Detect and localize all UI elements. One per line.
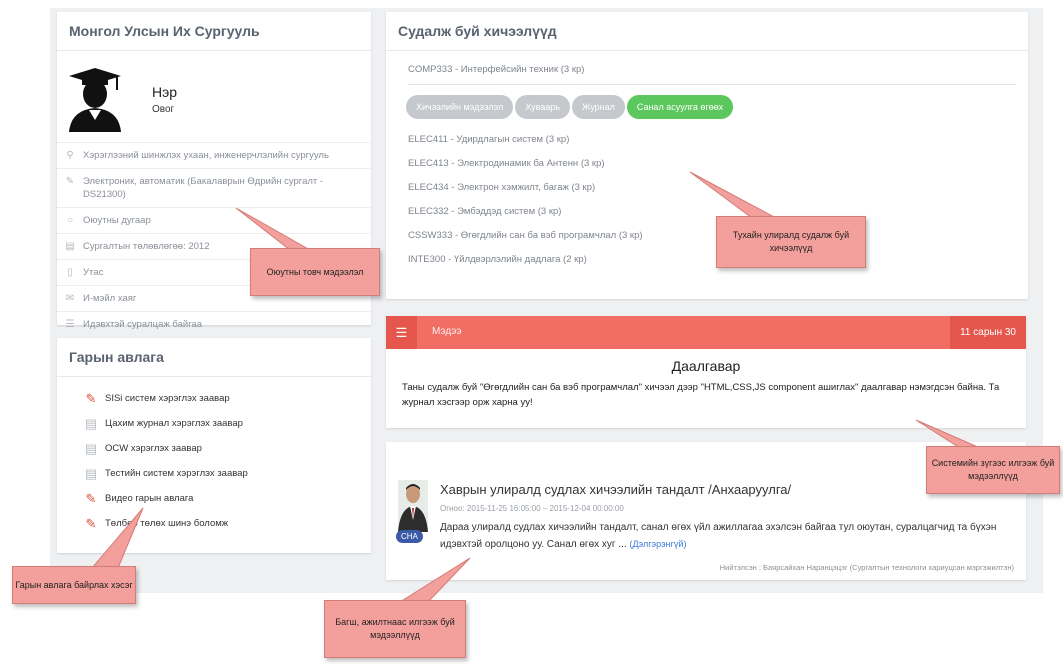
callout-tails [90,171,981,603]
callout-manuals: Гарын авлага байрлах хэсэг [12,566,136,604]
tail-student-info [235,207,312,251]
callout-system: Системийн зүгээс илгээж буй мэдээллүүд [926,446,1060,494]
tail-teachers [398,557,471,603]
tail-manuals [90,507,144,569]
tail-system [915,419,981,449]
callout-student-info: Оюутны товч мэдээлэл [250,248,380,296]
callout-teachers: Багш, ажилтнаас илгээж буй мэдээллүүд [324,600,466,658]
callout-courses: Тухайн улиралд судалж буй хичээлүүд [716,216,866,268]
tail-courses [689,171,777,219]
